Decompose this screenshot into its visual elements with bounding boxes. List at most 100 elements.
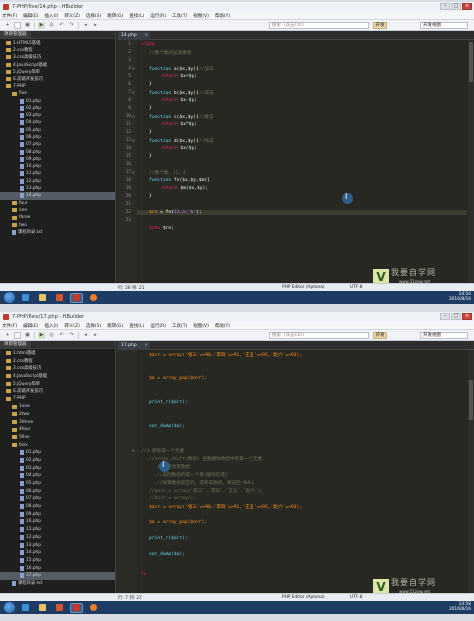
redo-icon[interactable]: ↷ (68, 22, 75, 29)
tree-folder[interactable]: 5.jQuery简单 (0, 68, 115, 75)
menu-file[interactable]: 文件(F) (2, 13, 17, 19)
forward-icon[interactable]: ▸ (92, 22, 99, 29)
menu-insert[interactable]: 插入(I) (44, 323, 58, 329)
run-icon[interactable]: ▶ (38, 331, 45, 339)
project-manager-tab[interactable]: 项目管理器 (0, 340, 31, 349)
save-icon[interactable]: ▣ (24, 332, 31, 339)
menu-help[interactable]: 帮助(Y) (215, 13, 230, 19)
menu-find[interactable]: 查找(L) (129, 323, 144, 329)
menu-goto[interactable]: 跳转(G) (107, 13, 123, 19)
project-manager-tab[interactable]: 项目管理器 (0, 30, 31, 39)
tree-folder[interactable]: 1.HTML5基础 (0, 39, 115, 46)
taskbar-explorer[interactable] (36, 603, 49, 613)
run-icon[interactable]: ▶ (38, 21, 45, 29)
new-icon[interactable]: + (4, 22, 11, 29)
search-input[interactable]: 搜索（双击Ctrl） (269, 332, 369, 339)
tree-folder[interactable]: 2.css教程 (0, 357, 115, 365)
menu-select[interactable]: 选择(S) (86, 323, 101, 329)
taskbar-explorer[interactable] (36, 293, 49, 303)
tree-folder[interactable]: four (0, 200, 115, 207)
redo-icon[interactable]: ↷ (68, 332, 75, 339)
menu-tools[interactable]: 工具(T) (172, 13, 187, 19)
new-icon[interactable]: + (4, 332, 11, 339)
tree-file[interactable]: 13.php (0, 185, 115, 192)
close-button[interactable]: × (462, 3, 472, 10)
menu-goto[interactable]: 跳转(G) (107, 323, 123, 329)
tree-folder[interactable]: 2two (0, 411, 115, 419)
taskbar-ie[interactable] (19, 603, 32, 613)
tree-folder[interactable]: 7-PHP (0, 83, 115, 90)
close-tab-icon[interactable]: × (144, 342, 148, 350)
tree-folder[interactable]: 3.css高级技巧 (0, 364, 115, 372)
search-input[interactable]: 搜索（双击Ctrl） (269, 22, 369, 29)
menu-tools[interactable]: 工具(T) (172, 323, 187, 329)
taskbar-media[interactable] (53, 293, 66, 303)
tree-folder[interactable]: 5.jQuery简单 (0, 380, 115, 388)
tree-folder[interactable]: 4.JavaScript基础 (0, 61, 115, 68)
menu-escape[interactable]: 转义(Z) (64, 13, 80, 19)
start-button[interactable] (4, 602, 15, 613)
dev-mode-button[interactable]: 开发 (373, 22, 387, 29)
encoding[interactable]: UTF-8 (350, 285, 363, 290)
taskbar-ie[interactable] (19, 293, 32, 303)
vertical-scrollbar[interactable] (468, 40, 474, 283)
tree-file-selected[interactable]: 14.php (0, 192, 115, 200)
tree-folder[interactable]: two (0, 221, 115, 228)
scrollbar-thumb[interactable] (469, 42, 473, 82)
tree-file[interactable]: 01.php (0, 449, 115, 457)
menu-view[interactable]: 视图(V) (193, 323, 209, 329)
taskbar-hbuilder[interactable] (70, 292, 83, 303)
taskbar-firefox[interactable] (87, 293, 100, 303)
editor-tab-17php[interactable]: 17.php × (118, 342, 150, 350)
start-button[interactable] (4, 292, 15, 303)
tree-folder[interactable]: 2.css教程 (0, 46, 115, 53)
new-file-icon[interactable] (14, 331, 21, 339)
tree-file[interactable]: 15.php (0, 557, 115, 565)
fold-marker-icon[interactable]: ⊟ (132, 90, 134, 95)
tree-file[interactable]: 10.php (0, 163, 115, 170)
menu-run[interactable]: 运行(R) (150, 323, 166, 329)
close-button[interactable]: × (462, 313, 472, 320)
encoding[interactable]: UTF-8 (350, 595, 363, 600)
tree-file[interactable]: 11.php (0, 170, 115, 177)
tree-folder[interactable]: 4four (0, 426, 115, 434)
save-icon[interactable]: ▣ (24, 22, 31, 29)
tree-file[interactable]: 05.php (0, 127, 115, 134)
new-file-icon[interactable] (14, 21, 21, 29)
view-select[interactable]: 开发视图 (420, 22, 468, 29)
fold-marker-icon[interactable]: ⊟ (132, 448, 134, 453)
tree-folder[interactable]: 6six (0, 441, 115, 449)
menu-escape[interactable]: 转义(Z) (64, 323, 80, 329)
tree-folder[interactable]: 5five (0, 434, 115, 442)
menu-view[interactable]: 视图(V) (193, 13, 209, 19)
undo-icon[interactable]: ↶ (58, 22, 65, 29)
tree-file[interactable]: 08.php (0, 503, 115, 511)
vertical-scrollbar[interactable] (468, 350, 474, 593)
tree-file[interactable]: 12.php (0, 178, 115, 185)
fold-marker-icon[interactable]: ⊟ (132, 138, 134, 143)
tree-file[interactable]: 课程目录.txt (0, 580, 115, 588)
tree-folder[interactable]: 3.css高级技巧 (0, 54, 115, 61)
menu-edit[interactable]: 编辑(E) (23, 13, 38, 19)
tree-file[interactable]: 11.php (0, 526, 115, 534)
editor-tab-14php[interactable]: 14.php × (118, 32, 150, 40)
fold-marker-icon[interactable]: ⊟ (132, 170, 134, 175)
tree-folder[interactable]: 1one (0, 403, 115, 411)
forward-icon[interactable]: ▸ (92, 332, 99, 339)
tree-file[interactable]: 09.php (0, 510, 115, 518)
tree-file[interactable]: 03.php (0, 464, 115, 472)
tree-file[interactable]: 05.php (0, 480, 115, 488)
tree-folder[interactable]: 6.前端开发技巧 (0, 75, 115, 82)
tree-file[interactable]: 02.php (0, 457, 115, 465)
system-tray-clock[interactable]: 14:54 2016/8/16 (449, 292, 471, 302)
minimize-button[interactable]: – (440, 3, 450, 10)
menu-select[interactable]: 选择(S) (86, 13, 101, 19)
fold-marker-icon[interactable]: ⊟ (132, 114, 134, 119)
tree-file[interactable]: 14.php (0, 549, 115, 557)
tree-file[interactable]: 10.php (0, 518, 115, 526)
menu-run[interactable]: 运行(R) (150, 13, 166, 19)
tree-folder[interactable]: one (0, 207, 115, 214)
tree-file[interactable]: 08.php (0, 148, 115, 155)
back-icon[interactable]: ◂ (82, 332, 89, 339)
taskbar-media[interactable] (53, 603, 66, 613)
